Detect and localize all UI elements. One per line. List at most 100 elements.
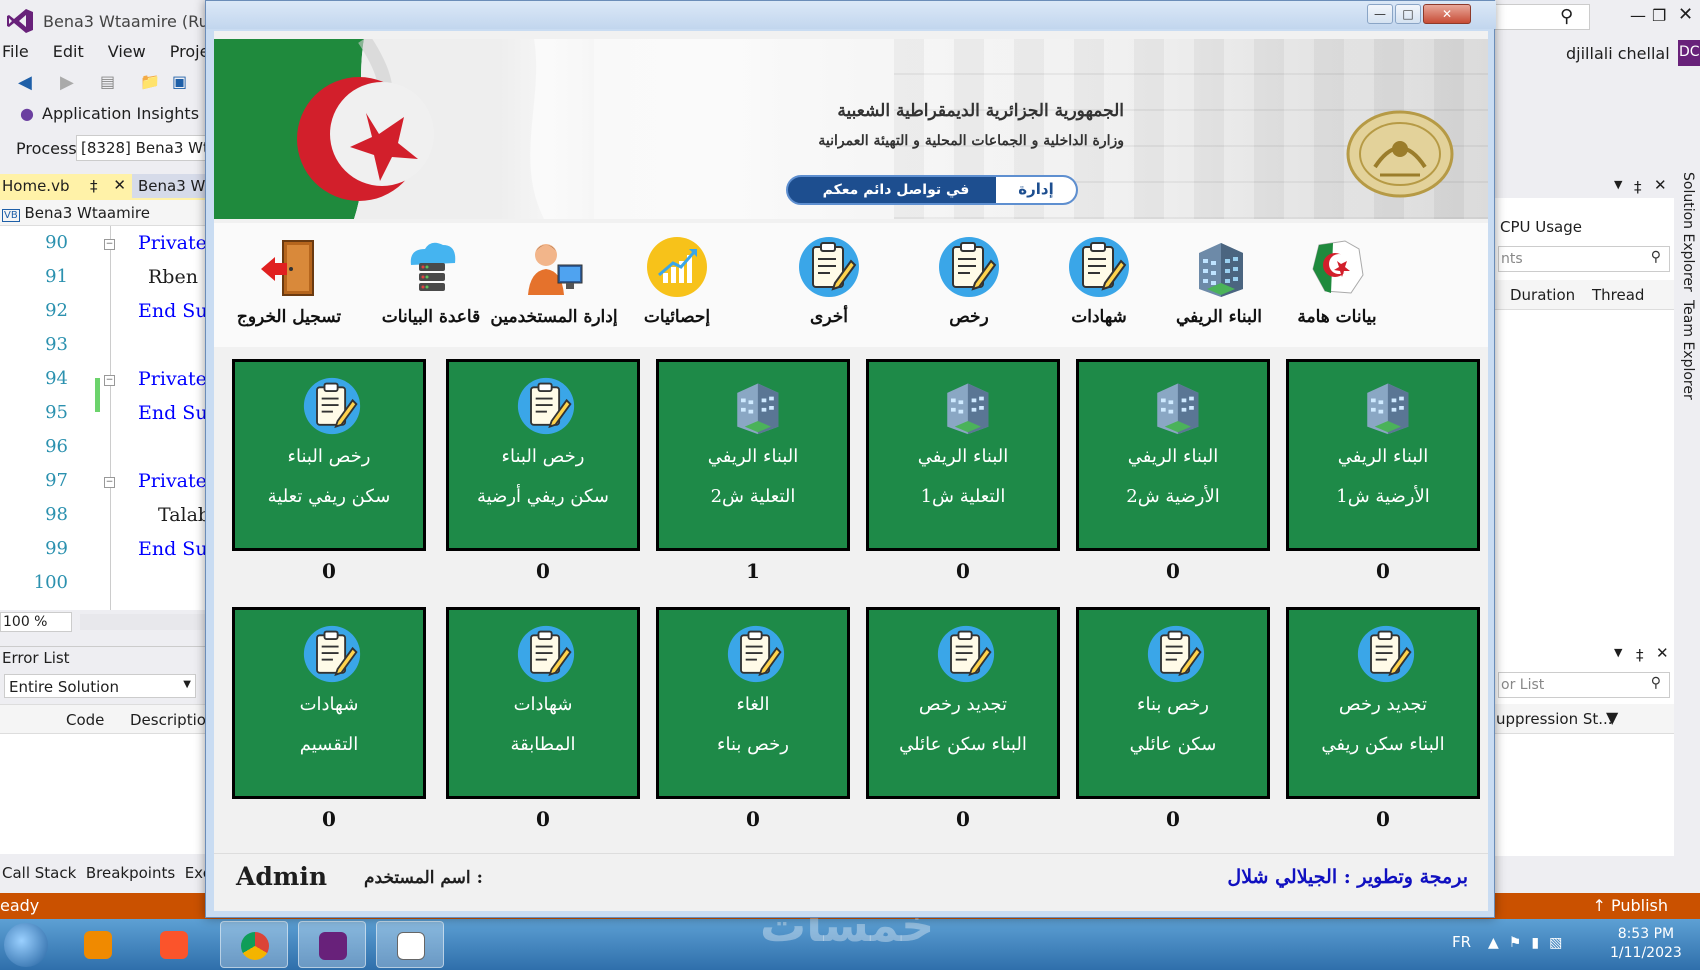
signal-icon[interactable]: ▧ (1549, 935, 1572, 951)
new-project-icon[interactable]: ▤ (100, 72, 115, 91)
error-list-search-input[interactable]: or List ⚲ (1498, 672, 1670, 698)
tab-team-explorer[interactable]: Team Explorer (1680, 300, 1696, 400)
line-number: 96 (45, 436, 68, 457)
tray-expand-icon[interactable]: ▲ (1488, 935, 1509, 951)
open-folder-icon[interactable]: 📁 (140, 72, 160, 91)
nav-label: تسجيل الخروج (236, 307, 342, 327)
tab-home-vb[interactable]: Home.vb ‡ ✕ (0, 174, 132, 198)
close-icon[interactable]: ✕ (1656, 644, 1669, 662)
close-icon[interactable]: ✕ (1654, 176, 1667, 194)
back-icon[interactable]: ◀ (18, 72, 32, 93)
close-icon[interactable]: ✕ (113, 176, 126, 194)
tile-permit-rural-ground[interactable]: رخص البناء سكن ريفي أرضية (446, 359, 640, 551)
tile-title: تجديد رخص (1338, 694, 1428, 715)
filter-icon[interactable]: ▼ (1606, 708, 1618, 727)
maximize-button[interactable]: □ (1395, 4, 1421, 24)
tile-rural-ground-2[interactable]: البناء الريفي الأرضية ش2 (1076, 359, 1270, 551)
collapse-icon[interactable]: − (104, 477, 115, 488)
signed-in-user[interactable]: djillali chellal (1566, 44, 1670, 63)
vs-menubar: File Edit View Project (0, 40, 224, 70)
chart-icon (647, 237, 707, 297)
menu-edit[interactable]: Edit (53, 40, 84, 70)
nav-rural-construction[interactable]: البناء الريفي (1152, 229, 1286, 341)
line-number: 92 (45, 300, 68, 321)
close-button[interactable]: ✕ (1423, 4, 1471, 24)
column-duration[interactable]: Duration (1510, 286, 1575, 304)
start-button[interactable] (4, 923, 48, 967)
user-avatar[interactable]: DC (1678, 40, 1700, 66)
tile-title: البناء الريفي (707, 446, 799, 467)
nav-certificates[interactable]: شهادات (1032, 229, 1166, 341)
taskbar-bena3-app[interactable] (376, 921, 444, 968)
collapse-icon[interactable]: − (104, 239, 115, 250)
tile-rural-ground-1[interactable]: البناء الريفي الأرضية ش1 (1286, 359, 1480, 551)
dropdown-icon[interactable]: ▼ (1614, 646, 1622, 659)
code-editor[interactable]: 90 − Private S 91 Rben 92 End Sub 93 94 − Priv… (0, 226, 206, 610)
scope-select[interactable]: Entire Solution ▼ (4, 674, 196, 698)
tab-call-stack[interactable]: Call Stack (2, 864, 76, 882)
menu-view[interactable]: View (108, 40, 146, 70)
collapse-icon[interactable]: − (104, 375, 115, 386)
pin-icon[interactable]: ‡ (1634, 178, 1642, 196)
tab-solution-explorer[interactable]: Solution Explorer (1680, 172, 1696, 292)
pin-icon[interactable]: ‡ (1636, 646, 1644, 664)
tray-icons[interactable]: ▲⚑▮▧ (1488, 935, 1572, 951)
save-icon[interactable]: ▣ (172, 72, 187, 91)
search-icon[interactable]: ⚲ (1560, 6, 1573, 27)
app-caption-bar: — □ ✕ (206, 1, 1496, 29)
tile-permit-family-housing[interactable]: رخص بناء سكن عائلي (1076, 607, 1270, 799)
process-select[interactable]: [8328] Bena3 Wtaa (76, 135, 206, 161)
column-thread[interactable]: Thread (1592, 286, 1644, 304)
taskbar-brave[interactable] (140, 921, 208, 968)
nav-other[interactable]: أخرى (762, 229, 896, 341)
tile-renew-rural-permit[interactable]: تجديد رخص البناء سكن ريفي (1286, 607, 1480, 799)
clock[interactable]: 8:53 PM 1/11/2023 (1610, 925, 1682, 963)
forward-icon[interactable]: ▶ (60, 72, 74, 93)
menu-file[interactable]: File (2, 40, 29, 70)
tab-breakpoints[interactable]: Breakpoints (86, 864, 175, 882)
tile-subtitle: البناء سكن ريفي (1321, 734, 1445, 755)
battery-icon[interactable]: ▮ (1531, 935, 1549, 951)
tile-subtitle: سكن ريفي تعلية (267, 486, 391, 507)
cpu-usage-tab[interactable]: CPU Usage (1500, 218, 1582, 236)
tile-subtitle: سكن عائلي (1129, 734, 1217, 755)
taskbar-visual-studio[interactable] (298, 921, 366, 968)
nav-permits[interactable]: رخص (902, 229, 1036, 341)
minimize-icon[interactable]: — (1630, 6, 1646, 25)
chevron-down-icon: ▼ (183, 679, 191, 690)
dropdown-icon[interactable]: ▼ (1614, 178, 1622, 191)
minimize-button[interactable]: — (1367, 4, 1393, 24)
dashboard-grid: البناء الريفي الأرضية ش1 0 البناء الريفي… (214, 349, 1488, 847)
flag-icon[interactable]: ⚑ (1509, 935, 1532, 951)
code-nav-bar[interactable]: VB Bena3 Wtaamire (0, 200, 206, 226)
nav-database[interactable]: قاعدة البيانات (364, 229, 498, 341)
tab-bena3[interactable]: Bena3 Wt (132, 174, 206, 198)
nav-important-data[interactable]: بيانات هامة (1270, 229, 1404, 341)
close-icon[interactable]: ✕ (1678, 4, 1693, 25)
tile-title: شهادات (299, 694, 359, 715)
pin-icon[interactable]: ‡ (90, 177, 98, 195)
language-indicator[interactable]: FR (1452, 933, 1471, 951)
horizontal-scrollbar[interactable] (80, 614, 206, 630)
column-suppression-state[interactable]: uppression St... (1496, 710, 1613, 728)
tile-count: 0 (956, 807, 970, 831)
application-insights-button[interactable]: Application Insights (42, 104, 199, 123)
tile-subdivision-certificates[interactable]: شهادات التقسيم (232, 607, 426, 799)
diagnostic-search-input[interactable]: nts ⚲ (1498, 246, 1670, 272)
zoom-select[interactable]: 100 % (0, 612, 72, 632)
nav-logout[interactable]: تسجيل الخروج (222, 229, 356, 341)
taskbar-chrome[interactable] (220, 921, 288, 968)
restore-icon[interactable]: ❐ (1652, 6, 1666, 25)
tile-rural-extension-1[interactable]: البناء الريفي التعلية ش1 (866, 359, 1060, 551)
publish-button[interactable]: ↑ Publish (1592, 896, 1668, 915)
tile-permit-rural-extension[interactable]: رخص البناء سكن ريفي تعلية (232, 359, 426, 551)
column-code[interactable]: Code (66, 711, 104, 729)
database-icon (410, 242, 456, 291)
tab-exceptions[interactable]: Excep (185, 864, 206, 882)
tile-rural-extension-2[interactable]: البناء الريفي التعلية ش2 (656, 359, 850, 551)
taskbar-media-player[interactable] (64, 921, 132, 968)
column-description[interactable]: Description (130, 711, 215, 729)
tile-conformity-certificates[interactable]: شهادات المطابقة (446, 607, 640, 799)
tile-cancel-permit[interactable]: الغاء رخص بناء (656, 607, 850, 799)
tile-renew-family-permit[interactable]: تجديد رخص البناء سكن عائلي (866, 607, 1060, 799)
